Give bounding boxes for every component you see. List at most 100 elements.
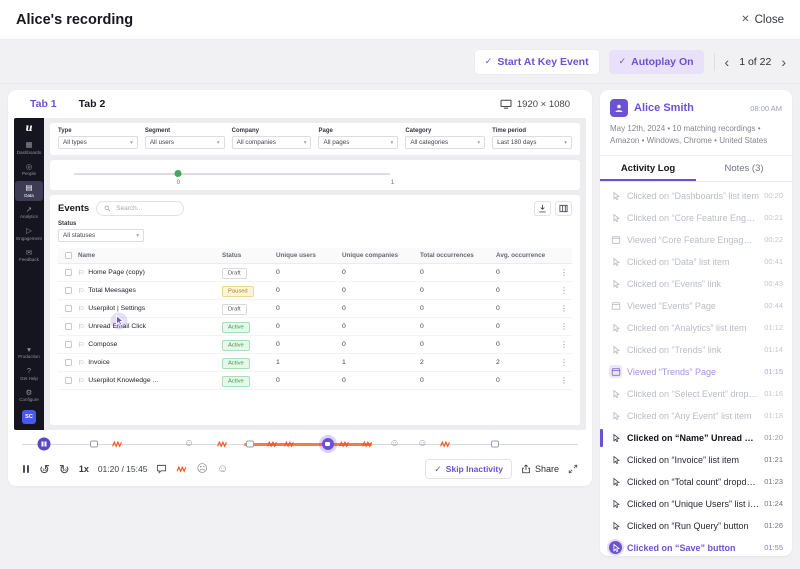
activity-item[interactable]: Clicked on “Core Feature Engagem... 00:2… [600,207,792,229]
activity-item[interactable]: Clicked on “Events” link 00:43 [600,273,792,295]
column-avg-occurrence[interactable]: Avg. occurrence [496,252,556,259]
app-sidebar-item[interactable]: ▷ Engagement [15,224,43,244]
row-menu-button[interactable]: ⋮ [556,322,572,331]
column-total-occurrences[interactable]: Total occurrences [420,252,496,259]
columns-button[interactable] [555,201,572,216]
app-sidebar-item[interactable]: ▦ Dashboards [15,138,43,158]
event-table-row[interactable]: ⚐ Compose Active 0 0 0 0 ⋮ [58,336,572,354]
row-menu-button[interactable]: ⋮ [556,340,572,349]
activity-item[interactable]: Viewed “Trends” Page 01:15 [600,361,792,383]
row-menu-button[interactable]: ⋮ [556,358,572,367]
app-sidebar-item[interactable]: ? Get Help [15,364,43,384]
activity-item[interactable]: Clicked on “Name” Unread Email C... 01:2… [600,427,792,449]
playback-speed-button[interactable]: 1x [79,464,89,474]
event-name[interactable]: Total Meesages [88,287,136,294]
column-name[interactable]: Name [78,252,222,259]
tab-activity-log[interactable]: Activity Log [600,156,696,181]
timeline-marker[interactable]: ☺ [283,440,294,448]
activity-item[interactable]: Viewed “Core Feature Engagment” 00:22 [600,229,792,251]
event-table-row[interactable]: ⚐ Total Meesages Paused 0 0 0 0 ⋮ [58,282,572,300]
activity-item[interactable]: Clicked on “Unique Users” list item 01:2… [600,493,792,515]
app-sidebar-item[interactable]: ↗ Analytics [15,203,43,223]
rewind-10-button[interactable]: ↺ 10 [39,463,50,476]
slider-track[interactable]: 0 1 [74,167,394,190]
event-table-row[interactable]: ⚐ Userpilot | Settings Draft 0 0 0 0 ⋮ [58,300,572,318]
event-name[interactable]: Userpilot Knowledge ... [88,377,158,384]
filter-select[interactable]: All users ▾ [144,136,225,149]
event-table-row[interactable]: ⚐ Home Page (copy) Draft 0 0 0 0 ⋮ [58,264,572,282]
activity-item[interactable]: Clicked on “Analytics” list item 01:12 [600,317,792,339]
comment-button[interactable] [156,464,167,474]
row-checkbox[interactable] [64,359,72,366]
user-name[interactable]: Alice Smith [634,102,744,114]
column-status[interactable]: Status [222,252,276,259]
event-table-row[interactable]: ⚐ Invoice Active 1 1 2 2 ⋮ [58,354,572,372]
timeline-marker[interactable]: ☺ [439,440,450,448]
activity-item[interactable]: Clicked on “Select Event” dropdown 01:16 [600,383,792,405]
timeline-marker[interactable]: ☺ [217,440,228,448]
share-button[interactable]: Share [521,464,559,474]
autoplay-toggle[interactable]: ✓ Autoplay On [608,49,704,74]
close-button[interactable]: ✕ Close [741,14,784,26]
timeline-marker[interactable]: ☺ [245,440,254,448]
row-menu-button[interactable]: ⋮ [556,304,572,313]
status-filter-select[interactable]: All statuses ▾ [58,229,144,242]
activity-item[interactable]: Clicked on “Trends” link 01:14 [600,339,792,361]
app-sidebar-item[interactable]: ▾ Production [15,343,43,363]
forward-10-button[interactable]: ↻ 10 [59,463,70,476]
filter-select[interactable]: All pages ▾ [318,136,399,149]
download-button[interactable] [534,201,551,216]
event-name[interactable]: Home Page (copy) [88,269,145,276]
next-recording-button[interactable]: › [781,55,786,69]
activity-item[interactable]: Clicked on “Any Event” list item 01:18 [600,405,792,427]
activity-item[interactable]: Clicked on “Dashboards” list item 00:20 [600,185,792,207]
tab-notes[interactable]: Notes (3) [696,156,792,181]
filter-select[interactable]: All categories ▾ [405,136,486,149]
event-name[interactable]: Userpilot | Settings [88,305,145,312]
row-checkbox[interactable] [64,341,72,348]
app-user-avatar[interactable]: SC [22,410,36,424]
prev-recording-button[interactable]: ‹ [725,55,730,69]
events-search-input[interactable] [114,204,177,213]
timeline-marker[interactable]: ☺ [111,440,122,448]
timeline-marker[interactable]: ☺ [490,440,499,448]
row-menu-button[interactable]: ⋮ [556,376,572,385]
row-checkbox[interactable] [64,287,72,294]
timeline-marker[interactable]: ☺ [389,439,399,449]
timeline-marker[interactable]: ☺ [339,440,350,448]
player-timeline[interactable]: ☺ ☺ ☺ [22,432,578,456]
rage-click-button[interactable] [176,465,187,473]
row-checkbox[interactable] [64,323,72,330]
event-name[interactable]: Invoice [88,359,110,366]
timeline-marker[interactable]: ☺ [184,439,194,449]
app-sidebar-item[interactable]: ⚙ Configure [15,386,43,406]
filter-select[interactable]: Last 180 days ▾ [492,136,572,149]
filter-select[interactable]: All companies ▾ [231,136,312,149]
skip-inactivity-toggle[interactable]: ✓ Skip Inactivity [425,459,512,479]
timeline-marker[interactable]: ☺ [90,440,99,448]
row-checkbox[interactable] [64,269,72,276]
event-table-row[interactable]: ⚐ Userpilot Knowledge ... Active 0 0 0 0… [58,372,572,390]
activity-item[interactable]: Clicked on “Total count” dropdown 01:23 [600,471,792,493]
activity-item[interactable]: Viewed “Events” Page 00:44 [600,295,792,317]
activity-item[interactable]: Clicked on “Save” button 01:55 [600,537,792,556]
column-unique-users[interactable]: Unique users [276,252,342,259]
activity-item[interactable]: Clicked on “Run Query” button 01:26 [600,515,792,537]
timeline-marker[interactable]: ☺ [361,440,372,448]
smiley-icon[interactable]: ☺ [217,463,228,475]
row-menu-button[interactable]: ⋮ [556,268,572,277]
timeline-marker[interactable]: ☺ [321,438,334,450]
column-unique-companies[interactable]: Unique companies [342,252,420,259]
row-checkbox[interactable] [64,377,72,384]
playhead[interactable] [37,437,51,451]
event-name[interactable]: Compose [88,341,117,348]
app-sidebar-item[interactable]: ◎ People [15,160,43,180]
frustration-icon[interactable]: ☹ [196,463,207,475]
app-sidebar-item[interactable]: ✉ Feedback [15,246,43,266]
tab-1[interactable]: Tab 1 [30,98,57,110]
timeline-marker[interactable]: ☺ [267,440,278,448]
activity-item[interactable]: Clicked on “Invoice” list item 01:21 [600,449,792,471]
select-all-checkbox[interactable] [64,252,72,259]
event-table-row[interactable]: ⚐ Unread Email Click Active 0 0 0 0 ⋮ [58,318,572,336]
filter-select[interactable]: All types ▾ [58,136,138,149]
